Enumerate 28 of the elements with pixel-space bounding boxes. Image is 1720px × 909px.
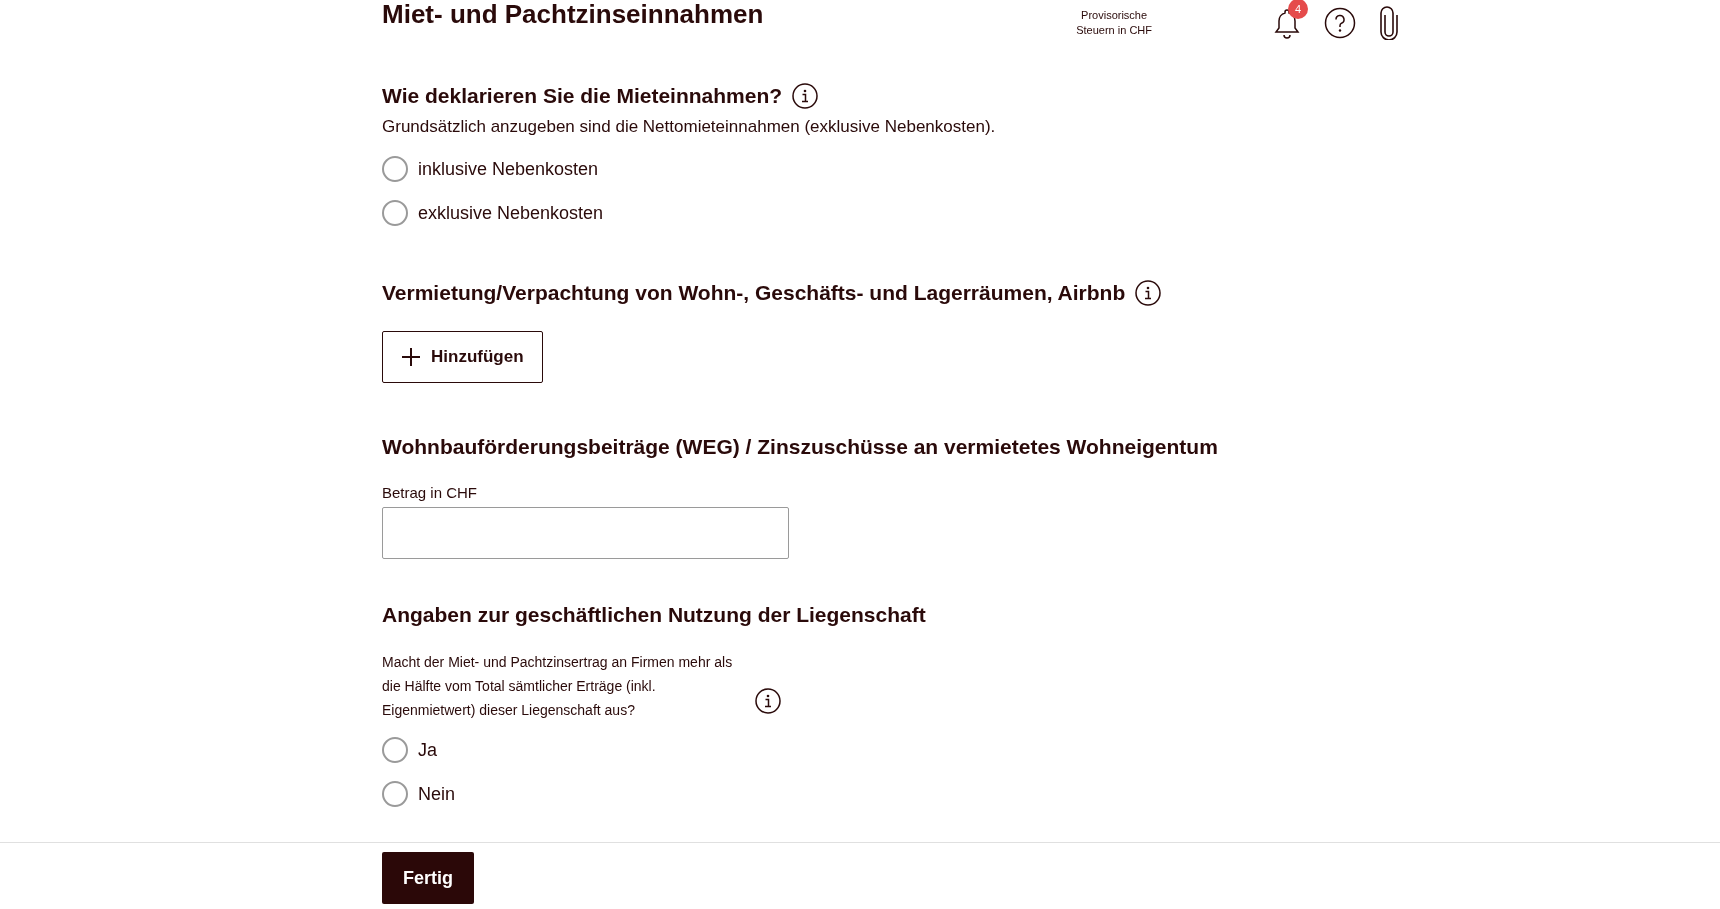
- section-heading: Angaben zur geschäftlichen Nutzung der Liegenschaft: [382, 601, 926, 628]
- radio-label[interactable]: Nein: [418, 780, 456, 808]
- radio-button[interactable]: [382, 737, 408, 763]
- section-heading: Wohnbauförderungsbeiträge (WEG) / Zinszuschüsse an vermietetes Wohneigentum: [382, 433, 1218, 460]
- info-icon[interactable]: [755, 688, 781, 714]
- amount-input[interactable]: [382, 506, 789, 559]
- field-label: Betrag in CHF: [382, 483, 479, 503]
- section-heading: Wie deklarieren Sie die Mieteinnahmen?: [382, 83, 783, 109]
- radio-button[interactable]: [382, 781, 408, 807]
- radio-label[interactable]: exklusive Nebenkosten: [418, 199, 604, 227]
- paperclip-icon[interactable]: [1378, 6, 1400, 40]
- question-text: Macht der Miet- und Pachtzinsertrag an Firmen mehr als die Hälfte vom Total sämtlicher Erträge (inkl. Eigenmietwert) dieser Liegenschaft aus?: [382, 653, 734, 720]
- done-button[interactable]: Fertig: [382, 852, 474, 904]
- plus-icon: [401, 346, 421, 367]
- radio-button[interactable]: [382, 156, 408, 182]
- provisional-tax-label[interactable]: Provisorische Steuern in CHF: [1076, 8, 1152, 38]
- section-heading: Vermietung/Verpachtung von Wohn-, Geschäfts- und Lagerräumen, Airbnb: [382, 280, 1126, 306]
- info-icon[interactable]: [1135, 279, 1162, 306]
- section-description: Grundsätzlich anzugeben sind die Nettomieteinnahmen (exklusive Nebenkosten).: [382, 115, 997, 138]
- notification-badge: 4: [1288, 0, 1308, 19]
- radio-label[interactable]: Ja: [418, 736, 437, 764]
- add-button[interactable]: Hinzufügen: [382, 330, 543, 383]
- info-icon[interactable]: [792, 82, 819, 109]
- page-title: Miet- und Pachtzinseinnahmen: [382, 0, 765, 28]
- bell-icon[interactable]: [1272, 7, 1302, 39]
- radio-label[interactable]: inklusive Nebenkosten: [418, 155, 599, 183]
- radio-button[interactable]: [382, 200, 408, 226]
- help-icon[interactable]: [1324, 7, 1356, 39]
